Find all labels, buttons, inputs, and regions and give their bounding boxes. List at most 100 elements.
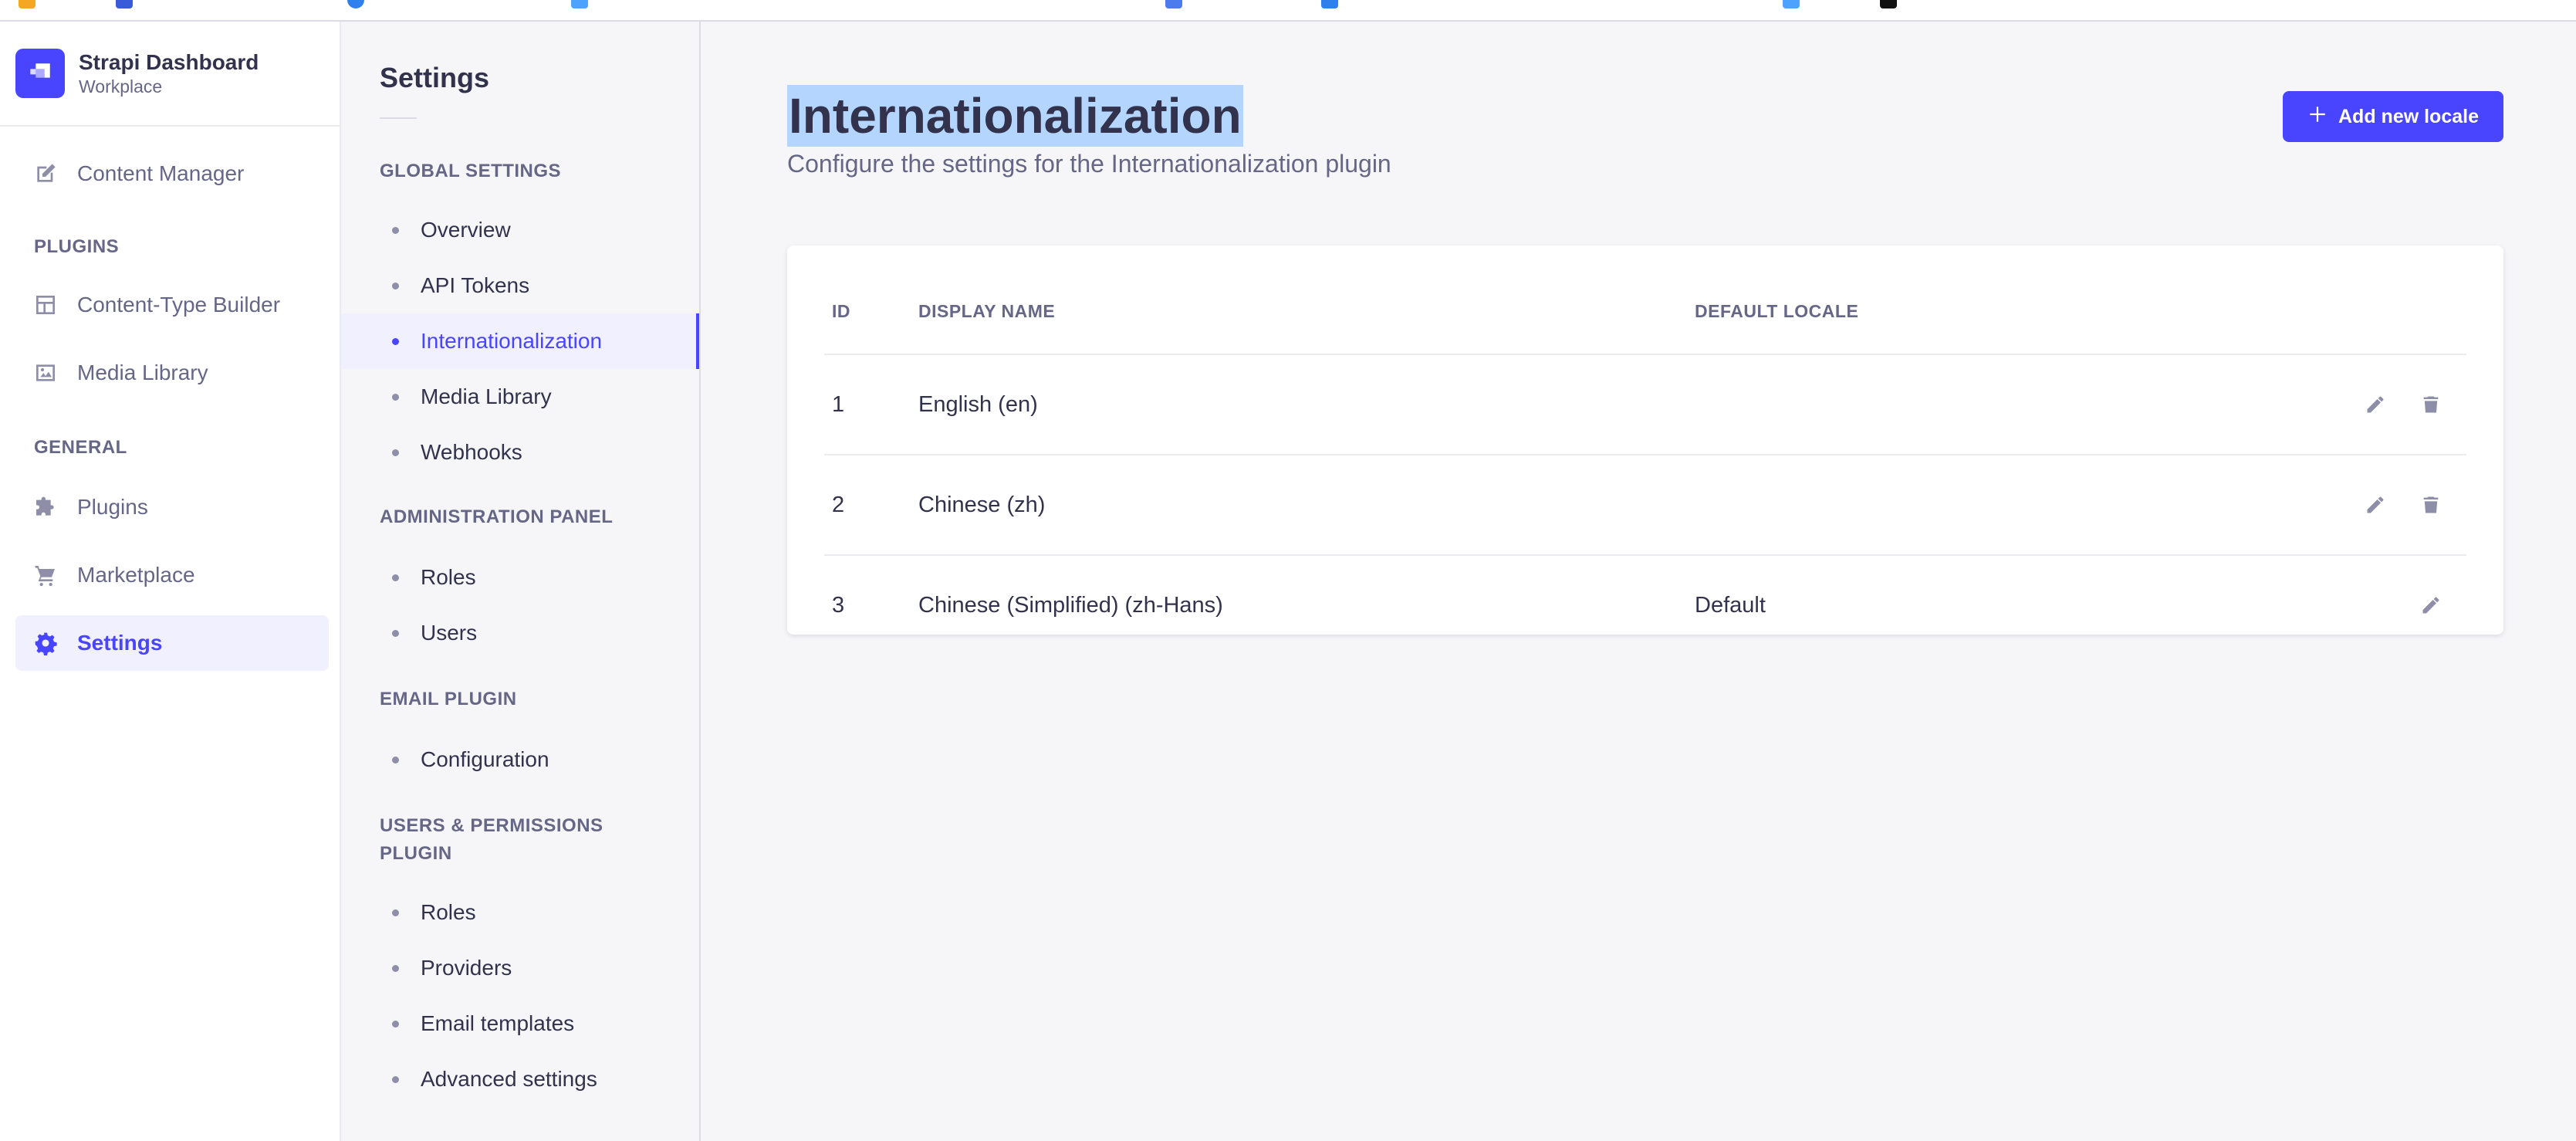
subnav-item-label: API Tokens bbox=[421, 273, 530, 297]
bookmark-icon bbox=[116, 0, 133, 11]
nav-media-library[interactable]: Media Library bbox=[15, 345, 329, 401]
bullet-icon bbox=[392, 337, 399, 345]
cell-id: 2 bbox=[832, 493, 845, 517]
subnav-item-providers[interactable]: Providers bbox=[341, 940, 699, 996]
subnav-section-admin: ADMINISTRATION PANEL bbox=[380, 506, 614, 527]
plus-icon bbox=[2307, 104, 2328, 130]
subnav-item-admin-users[interactable]: Users bbox=[341, 605, 699, 661]
subnav-item-email-configuration[interactable]: Configuration bbox=[341, 732, 699, 787]
nav-label: Content Manager bbox=[77, 161, 245, 185]
pencil-icon[interactable] bbox=[2358, 388, 2392, 422]
cell-display-name: Chinese (zh) bbox=[918, 493, 1046, 517]
trash-icon[interactable] bbox=[2414, 488, 2448, 522]
subnav-item-webhooks[interactable]: Webhooks bbox=[341, 425, 699, 480]
nav-plugins[interactable]: Plugins bbox=[15, 479, 329, 535]
column-header-id: ID bbox=[832, 301, 850, 321]
subnav-section-global: GLOBAL SETTINGS bbox=[380, 161, 562, 181]
main-content: Internationalization Configure the setti… bbox=[701, 22, 2576, 1141]
brand-title: Strapi Dashboard bbox=[79, 50, 259, 74]
subnav-item-label: Overview bbox=[421, 218, 511, 242]
nav-label: Media Library bbox=[77, 361, 208, 384]
subnav-item-label: Webhooks bbox=[421, 440, 522, 464]
bookmark-icon bbox=[347, 0, 364, 11]
cart-icon bbox=[32, 562, 59, 588]
nav-label: Content-Type Builder bbox=[77, 293, 281, 317]
bullet-icon bbox=[392, 629, 399, 637]
nav-label: Settings bbox=[77, 631, 163, 655]
add-new-locale-button[interactable]: Add new locale bbox=[2283, 91, 2503, 142]
brand-header[interactable]: Strapi Dashboard Workplace bbox=[0, 22, 340, 127]
subnav-item-up-roles[interactable]: Roles bbox=[341, 885, 699, 940]
pencil-icon[interactable] bbox=[2414, 588, 2448, 622]
subnav-item-label: Roles bbox=[421, 565, 476, 589]
subnav-item-label: Advanced settings bbox=[421, 1067, 597, 1091]
table-row[interactable]: 2 Chinese (zh) bbox=[824, 454, 2466, 554]
bullet-icon bbox=[392, 964, 399, 972]
subnav-divider bbox=[380, 117, 417, 119]
bookmark-icon bbox=[1165, 0, 1182, 11]
cell-default-locale: Default bbox=[1695, 593, 1766, 618]
bookmark-icon bbox=[1880, 0, 1897, 11]
layout-icon bbox=[32, 292, 59, 318]
bullet-icon bbox=[392, 393, 399, 401]
bullet-icon bbox=[392, 449, 399, 456]
column-header-display-name: DISPLAY NAME bbox=[918, 301, 1056, 321]
subnav-item-email-templates[interactable]: Email templates bbox=[341, 996, 699, 1051]
brand-subtitle: Workplace bbox=[79, 76, 163, 96]
bullet-icon bbox=[392, 756, 399, 763]
page-title: Internationalization bbox=[787, 85, 1243, 147]
nav-label: Plugins bbox=[77, 495, 148, 519]
subnav-item-label: Users bbox=[421, 621, 478, 645]
subnav-item-internationalization[interactable]: Internationalization bbox=[341, 313, 699, 369]
bookmark-icon bbox=[19, 0, 35, 11]
bookmark-icon bbox=[571, 0, 588, 11]
nav-settings[interactable]: Settings bbox=[15, 615, 329, 671]
pencil-doc-icon bbox=[32, 161, 59, 187]
bookmark-icon bbox=[1783, 0, 1800, 11]
gear-icon bbox=[32, 630, 59, 656]
settings-subnav: Settings GLOBAL SETTINGS Overview API To… bbox=[341, 22, 701, 1141]
nav-section-plugins: PLUGINS bbox=[34, 236, 120, 257]
nav-marketplace[interactable]: Marketplace bbox=[15, 547, 329, 603]
subnav-item-label: Roles bbox=[421, 900, 476, 924]
puzzle-icon bbox=[32, 494, 59, 520]
subnav-title: Settings bbox=[380, 62, 490, 93]
locales-table: ID DISPLAY NAME DEFAULT LOCALE 1 English… bbox=[787, 245, 2503, 635]
subnav-item-label: Email templates bbox=[421, 1011, 575, 1035]
subnav-item-media-library[interactable]: Media Library bbox=[341, 369, 699, 425]
subnav-section-email: EMAIL PLUGIN bbox=[380, 689, 517, 709]
subnav-item-label: Internationalization bbox=[421, 329, 603, 353]
bullet-icon bbox=[392, 909, 399, 916]
bullet-icon bbox=[392, 1075, 399, 1083]
nav-section-general: GENERAL bbox=[34, 437, 127, 458]
nav-label: Marketplace bbox=[77, 563, 195, 587]
strapi-logo-icon bbox=[15, 49, 65, 98]
subnav-item-overview[interactable]: Overview bbox=[341, 202, 699, 258]
table-row[interactable]: 1 English (en) bbox=[824, 354, 2466, 454]
browser-bookmarks-strip bbox=[0, 0, 2576, 22]
trash-icon[interactable] bbox=[2414, 388, 2448, 422]
add-new-locale-label: Add new locale bbox=[2338, 105, 2479, 127]
cell-display-name: English (en) bbox=[918, 392, 1038, 417]
page-subtitle: Configure the settings for the Internati… bbox=[787, 150, 1391, 178]
subnav-item-label: Providers bbox=[421, 956, 512, 980]
cell-display-name: Chinese (Simplified) (zh-Hans) bbox=[918, 593, 1223, 618]
subnav-item-label: Media Library bbox=[421, 384, 552, 408]
subnav-item-label: Configuration bbox=[421, 747, 549, 771]
subnav-section-users-permissions: USERS & PERMISSIONS PLUGIN bbox=[380, 815, 603, 864]
subnav-item-admin-roles[interactable]: Roles bbox=[341, 550, 699, 605]
bullet-icon bbox=[392, 282, 399, 289]
image-icon bbox=[32, 360, 59, 386]
main-navigation: Strapi Dashboard Workplace Content Manag… bbox=[0, 22, 341, 1141]
table-row[interactable]: 3 Chinese (Simplified) (zh-Hans) Default bbox=[824, 554, 2466, 635]
column-header-default-locale: DEFAULT LOCALE bbox=[1695, 301, 1859, 321]
pencil-icon[interactable] bbox=[2358, 488, 2392, 522]
subnav-item-api-tokens[interactable]: API Tokens bbox=[341, 258, 699, 313]
cell-id: 1 bbox=[832, 392, 845, 417]
bullet-icon bbox=[392, 226, 399, 234]
cell-id: 3 bbox=[832, 593, 845, 618]
nav-content-manager[interactable]: Content Manager bbox=[15, 146, 329, 201]
subnav-item-advanced-settings[interactable]: Advanced settings bbox=[341, 1051, 699, 1107]
bullet-icon bbox=[392, 1020, 399, 1028]
nav-content-type-builder[interactable]: Content-Type Builder bbox=[15, 277, 329, 333]
